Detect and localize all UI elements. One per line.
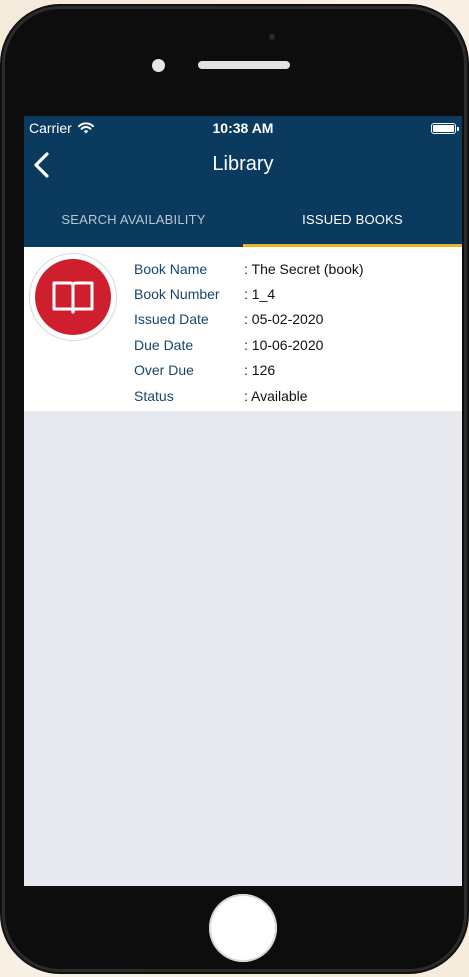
status-time: 10:38 AM <box>212 120 274 136</box>
app-screen: Carrier 10:38 AM Library SEARCH AVAILABI… <box>24 116 462 886</box>
detail-value: : 10-06-2020 <box>244 336 324 353</box>
detail-row-status: Status : Available <box>134 383 364 408</box>
detail-value: : Available <box>244 387 308 404</box>
detail-label: Book Name <box>134 260 208 277</box>
book-details: Book Name : The Secret (book) Book Numbe… <box>134 256 364 408</box>
status-bar: Carrier 10:38 AM <box>24 116 462 142</box>
battery-icon <box>431 123 459 134</box>
detail-value: : 1_4 <box>244 286 276 303</box>
front-camera <box>152 59 165 72</box>
detail-row-due-date: Due Date : 10-06-2020 <box>134 332 364 357</box>
book-icon-badge <box>35 259 111 335</box>
issued-book-card[interactable]: Book Name : The Secret (book) Book Numbe… <box>24 247 462 411</box>
phone-frame: Carrier 10:38 AM Library SEARCH AVAILABI… <box>2 6 467 972</box>
book-avatar <box>29 253 117 341</box>
app-header: Carrier 10:38 AM Library SEARCH AVAILABI… <box>24 116 462 247</box>
tab-search-availability[interactable]: SEARCH AVAILABILITY <box>24 191 243 247</box>
detail-row-book-number: Book Number : 1_4 <box>134 281 364 306</box>
detail-row-issued-date: Issued Date : 05-02-2020 <box>134 307 364 332</box>
detail-label: Book Number <box>134 286 220 303</box>
detail-label: Status <box>134 387 174 404</box>
detail-value: : 05-02-2020 <box>244 311 324 328</box>
detail-label: Issued Date <box>134 311 209 328</box>
page-title: Library <box>212 153 274 175</box>
home-button[interactable] <box>209 894 277 962</box>
nav-bar: Library <box>24 142 462 188</box>
earpiece-speaker <box>198 61 290 69</box>
detail-label: Due Date <box>134 336 194 353</box>
open-book-icon <box>52 281 94 314</box>
detail-row-over-due: Over Due : 126 <box>134 358 364 383</box>
tab-bar: SEARCH AVAILABILITY ISSUED BOOKS <box>24 191 462 247</box>
tab-issued-books[interactable]: ISSUED BOOKS <box>243 191 462 247</box>
detail-value: : The Secret (book) <box>244 260 364 277</box>
detail-row-book-name: Book Name : The Secret (book) <box>134 256 364 281</box>
detail-label: Over Due <box>134 362 194 379</box>
proximity-sensor <box>269 34 275 40</box>
detail-value: : 126 <box>244 362 276 379</box>
background: Carrier 10:38 AM Library SEARCH AVAILABI… <box>0 0 469 977</box>
